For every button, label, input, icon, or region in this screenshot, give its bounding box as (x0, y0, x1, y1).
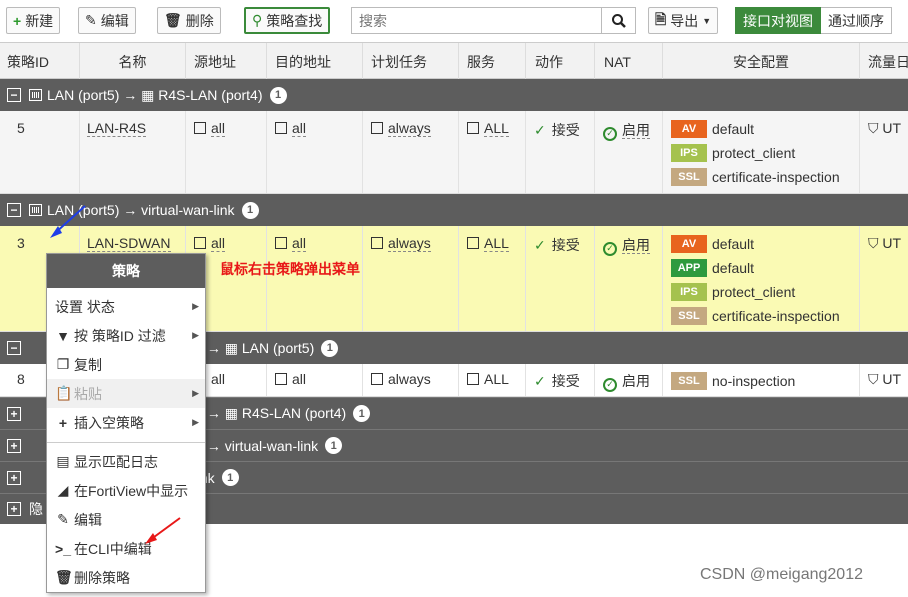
red-arrow-head (145, 533, 157, 544)
watermark: CSDN @meigang2012 (700, 566, 863, 583)
annotation-text: 鼠标右击策略弹出菜单 (220, 261, 360, 277)
annotation-arrows (50, 205, 181, 544)
